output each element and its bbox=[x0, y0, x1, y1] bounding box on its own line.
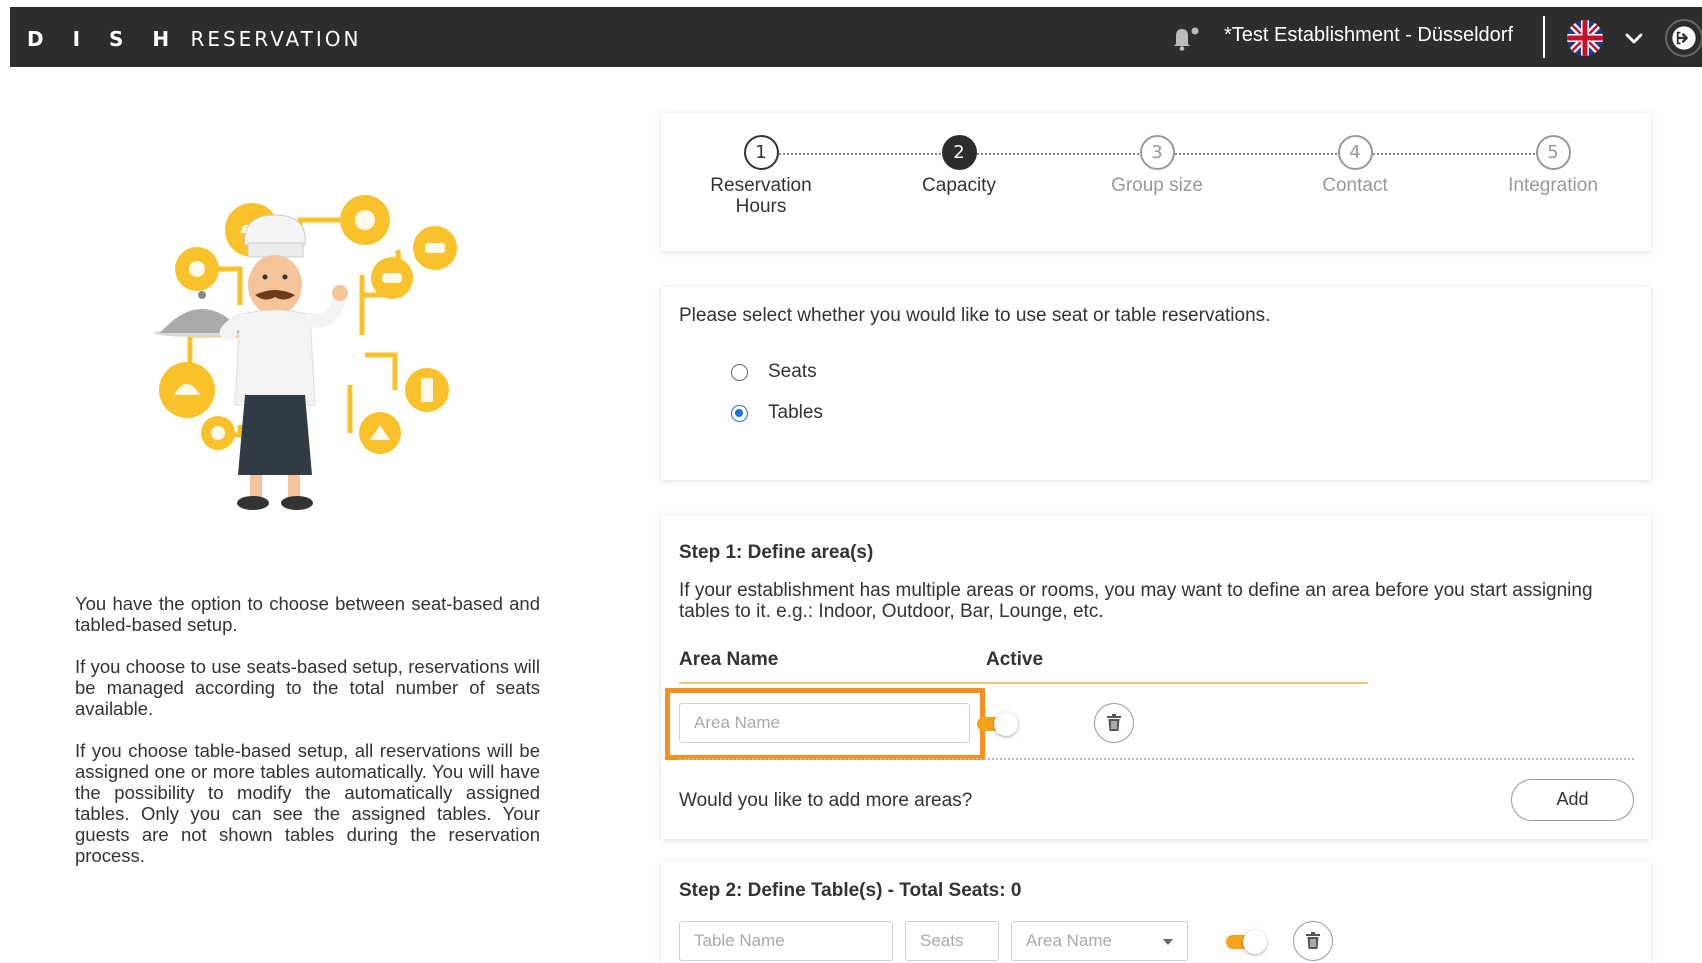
bell-icon[interactable] bbox=[1167, 25, 1201, 51]
radio-tables[interactable]: Tables bbox=[731, 402, 823, 424]
explanation-paragraph: You have the option to choose between se… bbox=[75, 593, 540, 635]
areas-description: If your establishment has multiple areas… bbox=[679, 580, 1593, 622]
add-more-areas-question: Would you like to add more areas? bbox=[679, 790, 973, 811]
define-areas-card: Step 1: Define area(s) If your establish… bbox=[661, 515, 1651, 839]
step-capacity[interactable]: 2 Capacity bbox=[869, 135, 1049, 196]
step-number: 2 bbox=[941, 135, 977, 170]
explanation-paragraph: If you choose to use seats-based setup, … bbox=[75, 656, 540, 719]
add-area-button[interactable]: Add bbox=[1511, 779, 1634, 821]
radio-label: Seats bbox=[768, 361, 817, 382]
seats-input[interactable]: Seats bbox=[905, 921, 999, 961]
radio-button[interactable] bbox=[731, 404, 748, 422]
progress-stepper: 1 Reservation Hours 2 Capacity 3 Group s… bbox=[661, 113, 1651, 251]
area-active-toggle[interactable] bbox=[975, 711, 1019, 737]
caret-down-icon bbox=[1163, 939, 1173, 945]
logo[interactable]: D I S H RESERVATION bbox=[27, 27, 361, 51]
step-number: 4 bbox=[1337, 135, 1373, 170]
step-contact[interactable]: 4 Contact bbox=[1265, 135, 1445, 196]
area-name-input[interactable]: Area Name bbox=[679, 703, 970, 743]
chevron-down-icon[interactable] bbox=[1623, 27, 1645, 49]
uk-flag-icon[interactable] bbox=[1567, 20, 1603, 56]
step-number: 3 bbox=[1139, 135, 1175, 170]
toggle-knob bbox=[994, 712, 1018, 736]
step-label: Integration bbox=[1508, 175, 1598, 196]
chef-illustration bbox=[154, 195, 457, 510]
step-label: Reservation Hours bbox=[710, 175, 812, 217]
reservation-type-question: Please select whether you would like to … bbox=[679, 305, 1271, 326]
reservation-type-card: Please select whether you would like to … bbox=[661, 287, 1651, 480]
column-header-area-name: Area Name bbox=[679, 649, 779, 670]
tables-title: Step 2: Define Table(s) - Total Seats: 0 bbox=[679, 880, 1022, 901]
logout-icon[interactable] bbox=[1665, 19, 1702, 57]
column-header-active: Active bbox=[986, 649, 1044, 670]
areas-title: Step 1: Define area(s) bbox=[679, 542, 874, 563]
step-group-size[interactable]: 3 Group size bbox=[1067, 135, 1247, 196]
header-divider bbox=[1543, 16, 1545, 58]
area-select[interactable]: Area Name bbox=[1011, 921, 1188, 961]
table-name-input[interactable]: Table Name bbox=[679, 921, 893, 961]
step-label: Group size bbox=[1111, 175, 1203, 196]
setup-explanation: You have the option to choose between se… bbox=[75, 593, 540, 887]
define-tables-card: Step 2: Define Table(s) - Total Seats: 0… bbox=[661, 862, 1651, 963]
toggle-knob bbox=[1243, 930, 1267, 954]
step-reservation-hours[interactable]: 1 Reservation Hours bbox=[671, 135, 851, 217]
delete-table-button[interactable] bbox=[1293, 921, 1333, 961]
logo-reservation: RESERVATION bbox=[190, 27, 362, 51]
delete-area-button[interactable] bbox=[1094, 703, 1134, 743]
dotted-divider bbox=[679, 758, 1634, 760]
step-label: Capacity bbox=[922, 175, 996, 196]
trash-icon bbox=[1306, 932, 1320, 949]
header-underline bbox=[679, 682, 1368, 684]
table-active-toggle[interactable] bbox=[1224, 929, 1268, 955]
step-integration[interactable]: 5 Integration bbox=[1463, 135, 1643, 196]
area-select-value: Area Name bbox=[1026, 931, 1112, 950]
radio-button[interactable] bbox=[731, 363, 748, 381]
step-label: Contact bbox=[1322, 175, 1388, 196]
step-number: 5 bbox=[1535, 135, 1571, 170]
radio-label: Tables bbox=[768, 402, 823, 423]
top-bar: D I S H RESERVATION *Test Establishment … bbox=[10, 7, 1702, 67]
logo-dish: D I S H bbox=[27, 27, 181, 51]
explanation-paragraph: If you choose table-based setup, all res… bbox=[75, 740, 540, 866]
establishment-name[interactable]: *Test Establishment - Düsseldorf bbox=[1224, 24, 1513, 47]
trash-icon bbox=[1107, 714, 1121, 731]
radio-seats[interactable]: Seats bbox=[731, 361, 817, 383]
step-number: 1 bbox=[743, 135, 779, 170]
